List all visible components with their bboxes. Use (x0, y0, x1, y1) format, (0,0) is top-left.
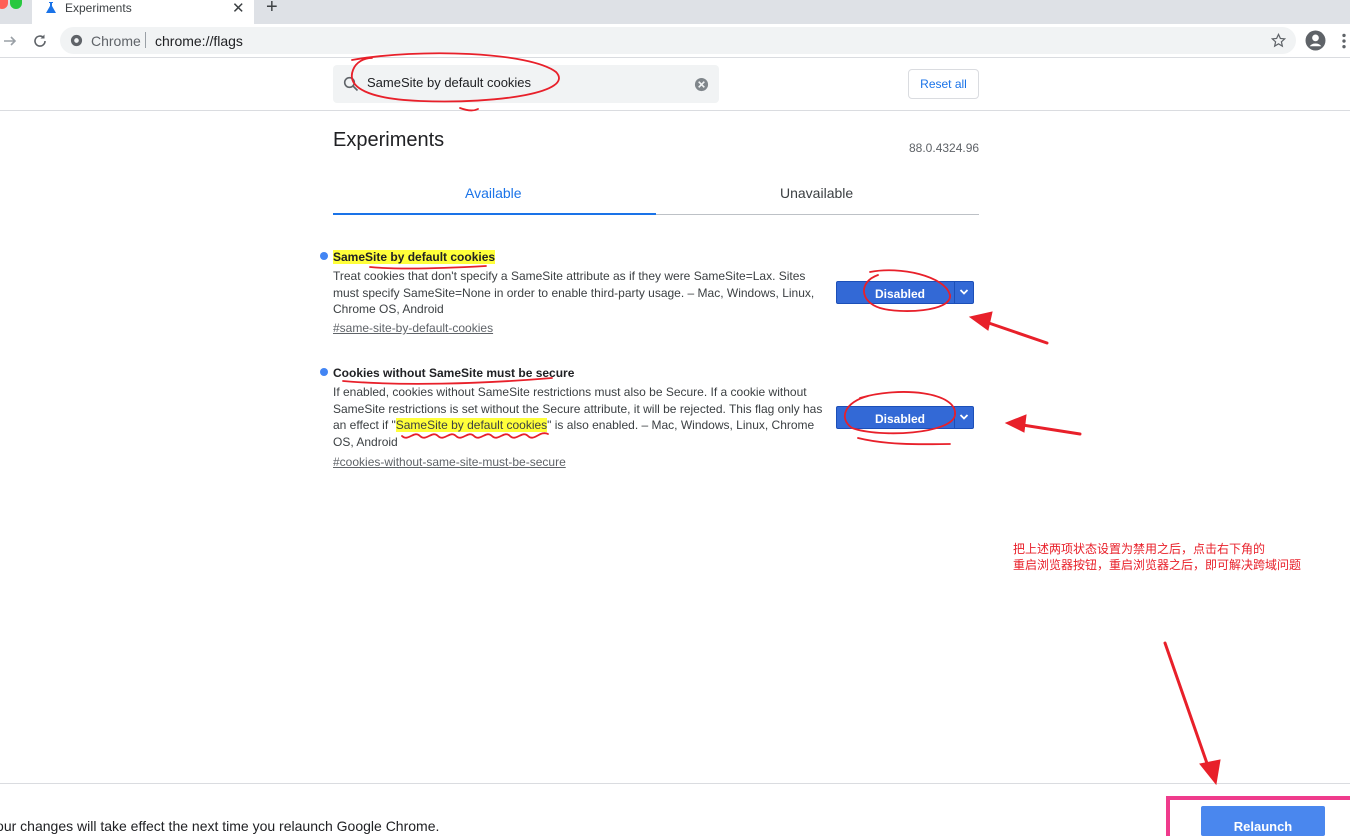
annotation-arrow (1014, 422, 1082, 436)
chevron-down-icon (959, 414, 969, 420)
new-tab-button[interactable]: + (266, 0, 278, 19)
omnibox-site-chip: Chrome (91, 33, 141, 49)
tab-title: Experiments (65, 1, 132, 15)
annotation-note: 把上述两项状态设置为禁用之后，点击右下角的 重启浏览器按钮，重启浏览器之后，即可… (1013, 541, 1301, 573)
star-icon[interactable] (1271, 33, 1286, 48)
omnibox-url[interactable]: chrome://flags (155, 33, 243, 49)
tab-available[interactable]: Available (465, 185, 522, 201)
experiment-description: Treat cookies that don't specify a SameS… (333, 269, 815, 316)
select-value: Disabled (874, 287, 925, 301)
annotation-arrow (978, 318, 1049, 345)
footer-divider (0, 783, 1350, 784)
chrome-icon (70, 34, 83, 47)
close-icon[interactable]: ✕ (232, 0, 245, 17)
annotation-underline (857, 437, 951, 446)
reset-all-button[interactable]: Reset all (908, 69, 979, 99)
omnibox[interactable]: Chrome chrome://flags (60, 27, 1296, 54)
annotation-arrow (1163, 641, 1212, 774)
clear-search-icon[interactable] (694, 77, 709, 92)
search-input[interactable] (367, 75, 687, 90)
tab-strip: Experiments ✕ + (0, 0, 1350, 24)
flags-search-box[interactable] (333, 65, 719, 103)
select-divider (954, 282, 955, 303)
header-divider (0, 110, 1350, 111)
select-divider (954, 407, 955, 428)
search-icon (343, 76, 359, 92)
annotation-line: 把上述两项状态设置为禁用之后，点击右下角的 (1013, 542, 1266, 556)
annotation-arrow-head (968, 311, 993, 331)
version-label: 88.0.4324.96 (909, 141, 980, 155)
experiment-status-dot (320, 252, 328, 260)
experiment-description: If enabled, cookies without SameSite res… (333, 384, 827, 450)
more-menu-icon[interactable] (1340, 32, 1348, 50)
experiment-permalink[interactable]: #cookies-without-same-site-must-be-secur… (333, 455, 566, 469)
annotation-arrow-head (1199, 759, 1221, 786)
annotation-line: 重启浏览器按钮，重启浏览器之后，即可解决跨域问题 (1013, 558, 1302, 572)
experiment-status-dot (320, 368, 328, 376)
experiment-state-select[interactable]: Disabled (836, 406, 974, 429)
annotation-arrow-head (1004, 414, 1027, 433)
select-value: Disabled (874, 412, 925, 426)
browser-toolbar: Chrome chrome://flags (0, 24, 1350, 58)
experiment-name: SameSite by default cookies (333, 250, 496, 264)
tab-active-indicator (333, 213, 656, 215)
reload-icon[interactable] (32, 33, 48, 49)
profile-avatar-icon[interactable] (1305, 30, 1326, 51)
browser-tab[interactable]: Experiments ✕ (32, 0, 254, 24)
window-close-dot[interactable] (0, 0, 8, 9)
page-title: Experiments (333, 129, 445, 151)
experiment-state-select[interactable]: Disabled (836, 281, 974, 304)
forward-icon[interactable] (2, 33, 18, 49)
tab-unavailable[interactable]: Unavailable (780, 185, 853, 201)
flask-icon (46, 2, 56, 13)
omnibox-separator (145, 32, 146, 48)
description-highlight: SameSite by default cookies (395, 418, 548, 432)
chevron-down-icon (959, 289, 969, 295)
experiment-permalink[interactable]: #same-site-by-default-cookies (333, 321, 493, 335)
window-zoom-dot[interactable] (10, 0, 22, 9)
experiment-name: Cookies without SameSite must be secure (333, 366, 575, 380)
